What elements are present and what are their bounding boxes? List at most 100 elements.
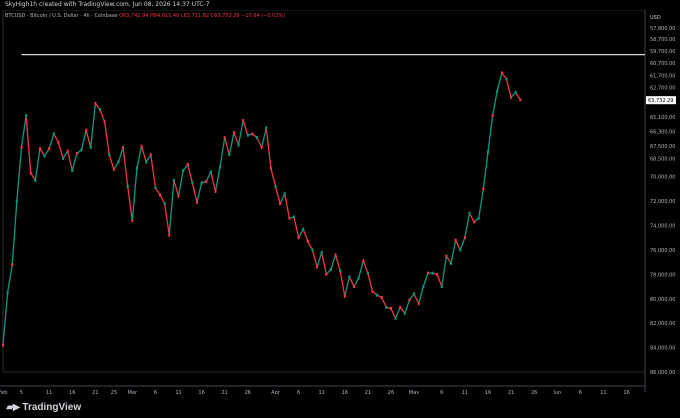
- series-segment: [140, 145, 147, 163]
- price-bar: [85, 128, 88, 132]
- series-segment: [450, 240, 457, 264]
- series-segment: [168, 180, 175, 236]
- price-bar: [274, 184, 277, 188]
- series-segment: [11, 201, 18, 265]
- tradingview-logo-icon: ▰▶: [6, 401, 20, 413]
- time-tick-label: 6: [440, 390, 443, 394]
- price-bar: [519, 98, 522, 102]
- series-segment: [48, 133, 55, 149]
- price-bar: [385, 305, 388, 309]
- series-segment: [34, 148, 41, 181]
- price-bar: [232, 131, 235, 135]
- price-bar: [334, 253, 337, 257]
- price-bar: [316, 265, 319, 269]
- time-tick-label: 21: [222, 390, 228, 394]
- price-bar: [353, 285, 356, 289]
- price-bar: [195, 200, 198, 204]
- price-bar: [108, 153, 111, 157]
- price-bar: [357, 276, 360, 280]
- series-segment: [334, 254, 341, 271]
- price-bar: [394, 316, 397, 320]
- series-segment: [422, 272, 429, 287]
- price-tick-label: 78,000.00: [650, 272, 675, 278]
- price-bar: [205, 180, 208, 184]
- price-bar: [477, 216, 480, 220]
- price-bar: [57, 141, 60, 145]
- price-bar: [376, 293, 379, 297]
- time-tick-label: 11: [319, 390, 325, 394]
- current-price-label: 63,732.29: [648, 98, 673, 104]
- series-segment: [219, 137, 226, 168]
- price-bar: [440, 285, 443, 289]
- series-segment: [228, 132, 235, 155]
- series-segment: [261, 127, 267, 148]
- price-bar: [505, 77, 508, 81]
- price-tick-label: 57,800.00: [650, 26, 675, 32]
- price-bar: [209, 170, 212, 174]
- price-bar: [426, 271, 429, 275]
- price-bar: [431, 271, 434, 275]
- price-bar: [306, 239, 309, 243]
- series-segment: [164, 203, 170, 236]
- series-segment: [25, 115, 32, 174]
- price-bar: [219, 165, 222, 169]
- series-segment: [80, 130, 87, 150]
- price-bar: [15, 199, 18, 203]
- time-tick-label: 6: [579, 390, 582, 394]
- price-bar: [408, 298, 411, 302]
- series-segment: [339, 270, 346, 297]
- series-segment: [122, 147, 129, 187]
- price-bar: [237, 143, 240, 147]
- price-bar: [348, 275, 351, 279]
- series-segment: [330, 254, 337, 270]
- price-tick-label: 68,500.00: [650, 156, 675, 162]
- price-bar: [80, 148, 83, 152]
- price-bar: [366, 271, 369, 275]
- price-bar: [283, 192, 286, 196]
- series-segment: [71, 153, 78, 171]
- price-tick-label: 76,000.00: [650, 248, 675, 254]
- series-segment: [358, 260, 364, 279]
- series-segment: [108, 154, 115, 170]
- price-bar: [200, 181, 203, 185]
- price-bar: [38, 147, 41, 151]
- series-segment: [177, 170, 184, 197]
- time-tick-label: 5: [20, 390, 23, 394]
- series-segment: [418, 286, 424, 304]
- price-bar: [362, 259, 365, 263]
- time-tick-label: Mar: [128, 390, 138, 394]
- price-bar: [265, 126, 268, 130]
- series-segment: [242, 120, 249, 136]
- price-bar: [311, 248, 314, 252]
- series-segment: [505, 78, 512, 98]
- price-bar: [399, 305, 402, 309]
- price-bar: [302, 227, 305, 231]
- price-bar: [246, 133, 249, 137]
- price-bar: [486, 150, 489, 154]
- price-tick-label: 74,000.00: [650, 224, 675, 230]
- time-tick-label: 11: [600, 390, 606, 394]
- time-tick-label: 16: [623, 390, 629, 394]
- price-bar: [71, 169, 74, 173]
- series-segment: [441, 255, 448, 287]
- time-tick-label: 16: [198, 390, 204, 394]
- price-bar: [20, 145, 23, 149]
- series-segment: [233, 132, 240, 146]
- series-segment: [394, 307, 401, 319]
- price-bar: [140, 144, 143, 148]
- series-segment: [150, 154, 157, 188]
- time-tick-label: 16: [342, 390, 348, 394]
- price-bar: [75, 151, 78, 155]
- chart-svg[interactable]: USD 57,800.00 58,700.00 59,700.00 60,700.00 6…: [0, 10, 680, 394]
- series-segment: [6, 264, 13, 293]
- price-bar: [66, 149, 69, 153]
- price-bar: [223, 136, 226, 140]
- price-tick-label: 86,000.00: [650, 370, 675, 376]
- price-bar: [510, 95, 513, 99]
- price-bar: [454, 238, 457, 242]
- price-chart[interactable]: USD 57,800.00 58,700.00 59,700.00 60,700.00 6…: [0, 10, 680, 394]
- price-bar: [168, 233, 171, 237]
- price-bar: [251, 132, 254, 136]
- series-segment: [224, 137, 230, 155]
- price-tick-label: 82,000.00: [650, 321, 675, 327]
